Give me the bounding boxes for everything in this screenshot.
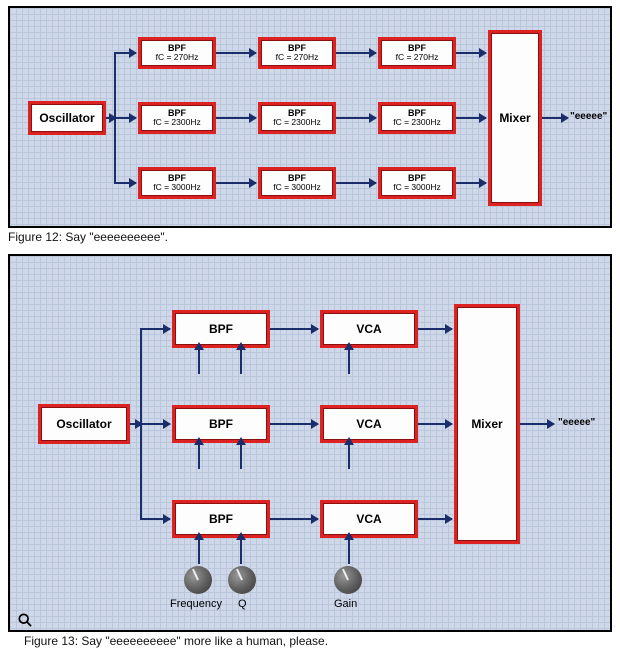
ctrl-vca-r2-gain [348,445,350,469]
arrow-split-r2 [114,117,136,119]
bpf-sub: fC = 2300Hz [273,118,321,127]
arrow-r1-c1-c2 [216,52,256,54]
arrow-r1-mixer [456,52,486,54]
arrow-r3-bpf-vca [270,518,318,520]
output-label-12: "eeeee" [570,111,607,122]
arrow-mixer-out-13 [520,423,554,425]
bpf-r1-c1: BPF fC = 270Hz [138,37,216,69]
q-knob[interactable] [228,566,256,594]
bpf-sub: fC = 270Hz [396,53,439,62]
arrow-r1-bpf-vca [270,328,318,330]
bpf-r2-c1: BPF fC = 2300Hz [138,102,216,134]
ctrl-bpf-r2-q [240,445,242,469]
ctrl-bpf-r1-q [240,350,242,374]
arrow-r2-mixer [456,117,486,119]
arrow-r2-c2-c3 [336,117,376,119]
figure-13-panel: Oscillator BPF VCA BPF VCA BPF VCA Mixer… [8,254,612,632]
arrow-split-r2-13 [140,423,170,425]
bpf-r1-c3: BPF fC = 270Hz [378,37,456,69]
vca-r2: VCA [320,405,418,443]
arrow-r2-bpf-vca [270,423,318,425]
output-label-13: "eeeee" [558,417,595,428]
mixer-block-12: Mixer [488,30,542,206]
ctrl-vca-r1-gain [348,350,350,374]
arrow-split-r1 [114,52,136,54]
bpf-sub: fC = 2300Hz [393,118,441,127]
frequency-knob[interactable] [184,566,212,594]
figure-13-caption: Figure 13: Say "eeeeeeeeee" more like a … [24,634,612,648]
oscillator-block-13: Oscillator [38,404,130,444]
mixer-block-13: Mixer [454,304,520,544]
bpf-r2-c3: BPF fC = 2300Hz [378,102,456,134]
oscillator-block: Oscillator [28,101,106,135]
bpf-r3: BPF [172,500,270,538]
frequency-knob-label: Frequency [170,598,222,610]
arrow-split-r3-13 [140,518,170,520]
bpf-r2-c2: BPF fC = 2300Hz [258,102,336,134]
vca-r3: VCA [320,500,418,538]
arrow-r3-mixer [456,182,486,184]
bpf-sub: fC = 3000Hz [273,183,321,192]
arrow-r3-c1-c2 [216,182,256,184]
arrow-split-r1-13 [140,328,170,330]
arrow-r1-vca-mixer [418,328,452,330]
vca-r1: VCA [320,310,418,348]
ctrl-vca-r3-gain [348,540,350,564]
arrow-r3-vca-mixer [418,518,452,520]
bpf-sub: fC = 270Hz [156,53,199,62]
arrow-mixer-out-12 [542,117,568,119]
bpf-r3-c2: BPF fC = 3000Hz [258,167,336,199]
arrow-r2-vca-mixer [418,423,452,425]
bpf-r1: BPF [172,310,270,348]
ctrl-bpf-r3-freq [198,540,200,564]
gain-knob[interactable] [334,566,362,594]
arrow-split-r3 [114,182,136,184]
bpf-sub: fC = 3000Hz [153,183,201,192]
bpf-r3-c3: BPF fC = 3000Hz [378,167,456,199]
arrow-r3-c2-c3 [336,182,376,184]
bpf-sub: fC = 3000Hz [393,183,441,192]
ctrl-bpf-r3-q [240,540,242,564]
ctrl-bpf-r1-freq [198,350,200,374]
zoom-icon[interactable] [18,613,32,627]
bpf-sub: fC = 270Hz [276,53,319,62]
bpf-sub: fC = 2300Hz [153,118,201,127]
ctrl-bpf-r2-freq [198,445,200,469]
figure-12-panel: Oscillator BPF fC = 270Hz BPF fC = 270Hz… [8,6,612,228]
bpf-r3-c1: BPF fC = 3000Hz [138,167,216,199]
q-knob-label: Q [238,598,247,610]
arrow-r2-c1-c2 [216,117,256,119]
bpf-r2: BPF [172,405,270,443]
bpf-r1-c2: BPF fC = 270Hz [258,37,336,69]
gain-knob-label: Gain [334,598,357,610]
figure-12-caption: Figure 12: Say "eeeeeeeeee". [8,230,612,244]
arrow-r1-c2-c3 [336,52,376,54]
